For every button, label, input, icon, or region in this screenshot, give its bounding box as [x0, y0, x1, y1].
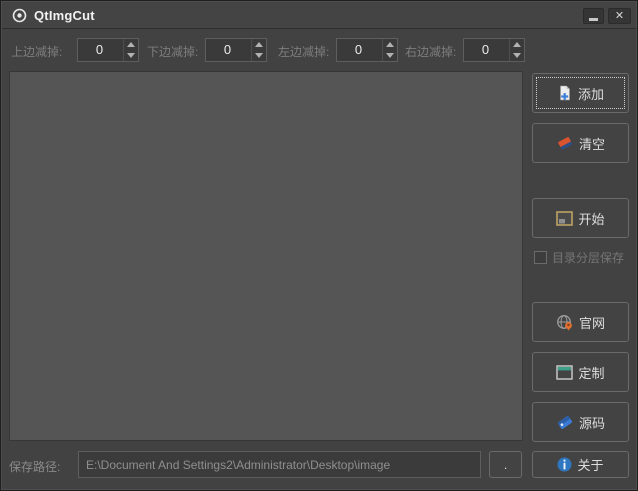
arrow-down-icon: [127, 53, 135, 58]
spin-down-button[interactable]: [510, 50, 524, 61]
spin-up-button[interactable]: [124, 39, 138, 50]
clear-button-label: 清空: [578, 136, 605, 152]
custom-button[interactable]: 定制: [532, 352, 629, 392]
arrow-down-icon: [386, 53, 394, 58]
arrow-down-icon: [255, 53, 263, 58]
website-button[interactable]: 官网: [532, 302, 629, 342]
trim-left-label: 左边减掉:: [278, 45, 330, 59]
tag-icon: [557, 415, 572, 429]
website-button-label: 官网: [578, 315, 605, 331]
add-file-icon: [560, 85, 570, 101]
arrow-up-icon: [255, 42, 263, 47]
eraser-icon: [558, 137, 573, 150]
crop-frame-icon: [556, 210, 574, 226]
trim-right-label: 右边减掉:: [405, 45, 457, 59]
spin-up-button[interactable]: [252, 39, 266, 50]
save-path-label: 保存路径:: [9, 460, 61, 474]
source-button[interactable]: 源码: [532, 402, 629, 442]
minimize-button[interactable]: [583, 8, 604, 24]
arrow-up-icon: [386, 42, 394, 47]
close-icon: ✕: [614, 9, 625, 22]
globe-pin-icon: [557, 314, 572, 331]
start-button[interactable]: 开始: [532, 198, 629, 238]
info-icon: [557, 457, 572, 472]
about-button-label: 关于: [577, 458, 604, 473]
add-button[interactable]: 添加: [532, 73, 629, 113]
trim-left-value[interactable]: 0: [337, 39, 382, 61]
trim-bottom-value[interactable]: 0: [206, 39, 251, 61]
spin-up-button[interactable]: [383, 39, 397, 50]
browse-button[interactable]: .: [489, 451, 522, 478]
source-button-label: 源码: [578, 415, 605, 431]
spin-down-button[interactable]: [124, 50, 138, 61]
layer-save-checkbox-row[interactable]: 目录分层保存: [534, 249, 624, 266]
app-logo-icon: [11, 7, 27, 23]
arrow-up-icon: [513, 42, 521, 47]
image-list-area[interactable]: [9, 71, 523, 441]
minimize-icon: [589, 17, 598, 21]
trim-bottom-spinbox[interactable]: 0: [205, 38, 267, 62]
close-button[interactable]: ✕: [608, 8, 631, 24]
spin-down-button[interactable]: [252, 50, 266, 61]
layer-save-checkbox-label: 目录分层保存: [552, 251, 625, 265]
start-button-label: 开始: [578, 211, 605, 227]
browse-button-label: .: [503, 457, 508, 472]
window-title: QtImgCut: [34, 7, 95, 23]
trim-right-spinbox[interactable]: 0: [463, 38, 525, 62]
custom-button-label: 定制: [578, 365, 605, 381]
spin-up-button[interactable]: [510, 39, 524, 50]
app-window: QtImgCut ✕ 上边减掉: 0 下边减掉: 0 左边减掉: 0 右边减掉:: [0, 0, 638, 491]
spin-down-button[interactable]: [383, 50, 397, 61]
arrow-up-icon: [127, 42, 135, 47]
trim-top-spinbox[interactable]: 0: [77, 38, 139, 62]
trim-left-spinbox[interactable]: 0: [336, 38, 398, 62]
add-button-label: 添加: [577, 86, 604, 102]
trim-top-value[interactable]: 0: [78, 39, 123, 61]
arrow-down-icon: [513, 53, 521, 58]
trim-top-label: 上边减掉:: [11, 45, 63, 59]
window-icon: [556, 364, 574, 380]
trim-right-value[interactable]: 0: [464, 39, 509, 61]
checkbox-icon[interactable]: [534, 251, 547, 264]
trim-bottom-label: 下边减掉:: [147, 45, 199, 59]
about-button[interactable]: 关于: [532, 451, 629, 478]
title-bar[interactable]: QtImgCut ✕: [2, 2, 636, 29]
clear-button[interactable]: 清空: [532, 123, 629, 163]
save-path-input[interactable]: [78, 451, 481, 478]
